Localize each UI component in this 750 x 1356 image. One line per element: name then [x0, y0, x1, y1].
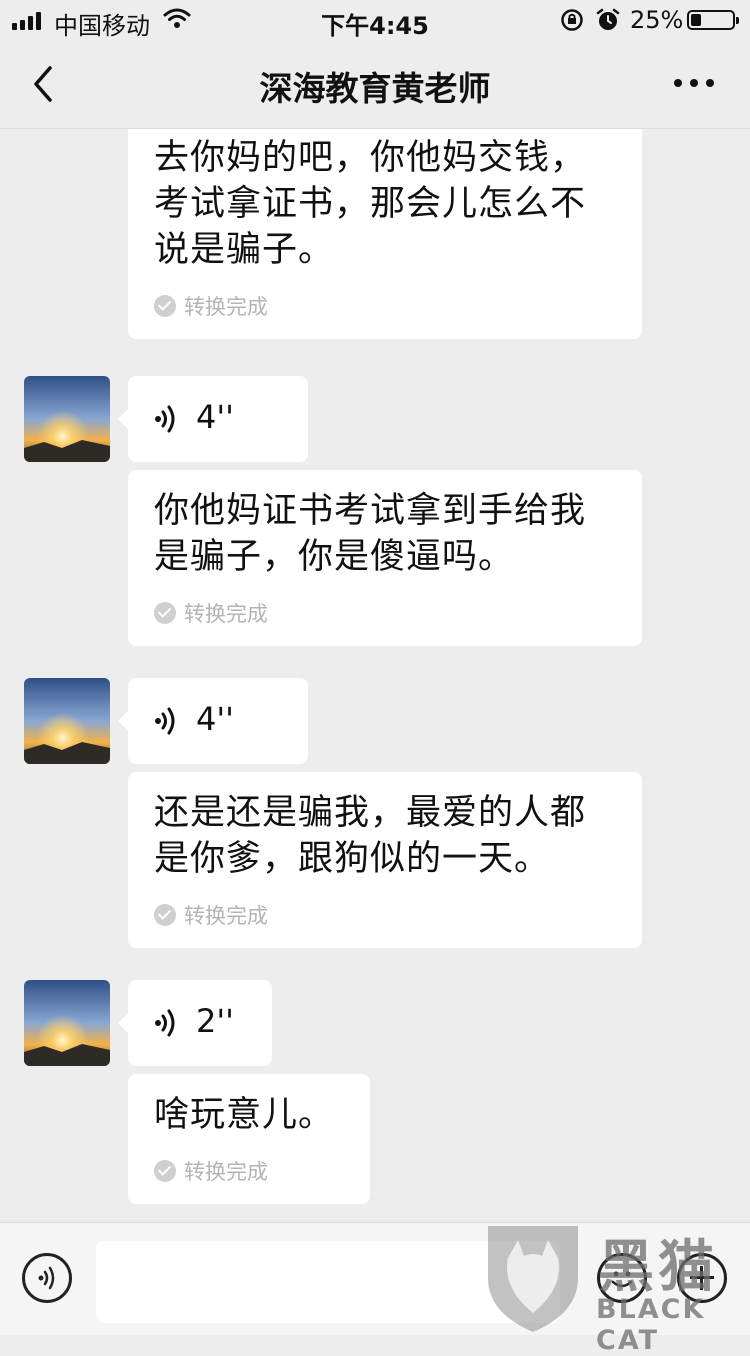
transcription-bubble[interactable]: 去你妈的吧，你他妈交钱，考试拿证书，那会儿怎么不说是骗子。 转换完成 — [128, 129, 642, 339]
transcription-text: 你他妈证书考试拿到手给我是骗子，你是傻逼吗。 — [154, 491, 587, 577]
more-dots-icon[interactable] — [674, 68, 714, 98]
conversion-status-label: 转换完成 — [184, 295, 268, 319]
conversion-status-label: 转换完成 — [184, 1160, 268, 1184]
voice-input-icon[interactable] — [22, 1253, 72, 1303]
sunset-avatar-image — [24, 678, 110, 764]
battery-percent: 25% — [630, 6, 684, 34]
voice-message-bubble[interactable]: 4'' — [118, 678, 308, 764]
nav-bar: 深海教育黄老师 — [0, 40, 750, 129]
check-icon — [154, 295, 176, 317]
emoji-icon[interactable] — [597, 1253, 647, 1303]
avatar[interactable] — [24, 980, 110, 1066]
status-bar: 中国移动 下午4:45 25% — [0, 0, 750, 40]
transcription-bubble[interactable]: 啥玩意儿。 转换完成 — [128, 1074, 370, 1204]
conversion-status: 转换完成 — [154, 598, 616, 628]
voice-wave-icon — [155, 405, 175, 433]
check-icon — [154, 1160, 176, 1182]
conversion-status: 转换完成 — [154, 1156, 344, 1186]
input-bar — [0, 1222, 750, 1335]
transcription-text: 去你妈的吧，你他妈交钱，考试拿证书，那会儿怎么不说是骗子。 — [154, 138, 587, 270]
battery-fill — [691, 14, 701, 26]
message-input[interactable] — [96, 1241, 560, 1323]
avatar[interactable] — [24, 678, 110, 764]
voice-message-bubble[interactable]: 2'' — [118, 980, 272, 1066]
transcription-text: 啥玩意儿。 — [154, 1095, 335, 1135]
avatar[interactable] — [24, 376, 110, 462]
plus-icon[interactable] — [677, 1253, 727, 1303]
voice-duration: 4'' — [196, 700, 234, 738]
chat-title: 深海教育黄老师 — [259, 69, 491, 108]
transcription-bubble[interactable]: 你他妈证书考试拿到手给我是骗子，你是傻逼吗。 转换完成 — [128, 470, 642, 646]
voice-wave-icon — [155, 1009, 175, 1037]
conversion-status-label: 转换完成 — [184, 904, 268, 928]
conversion-status: 转换完成 — [154, 900, 616, 930]
conversion-status-label: 转换完成 — [184, 602, 268, 626]
voice-message-bubble[interactable]: 4'' — [118, 376, 308, 462]
chat-area[interactable]: 去你妈的吧，你他妈交钱，考试拿证书，那会儿怎么不说是骗子。 转换完成 4'' 你… — [0, 129, 750, 1222]
voice-duration: 2'' — [196, 1002, 234, 1040]
transcription-text: 还是还是骗我，最爱的人都是你爹，跟狗似的一天。 — [154, 793, 587, 879]
sunset-avatar-image — [24, 376, 110, 462]
voice-wave-icon — [155, 707, 175, 735]
alarm-icon — [596, 8, 620, 30]
battery-icon — [687, 10, 739, 30]
check-icon — [154, 602, 176, 624]
sunset-avatar-image — [24, 980, 110, 1066]
voice-duration: 4'' — [196, 398, 234, 436]
conversion-status: 转换完成 — [154, 291, 616, 321]
rotation-lock-icon — [561, 9, 583, 31]
transcription-bubble[interactable]: 还是还是骗我，最爱的人都是你爹，跟狗似的一天。 转换完成 — [128, 772, 642, 948]
check-icon — [154, 904, 176, 926]
